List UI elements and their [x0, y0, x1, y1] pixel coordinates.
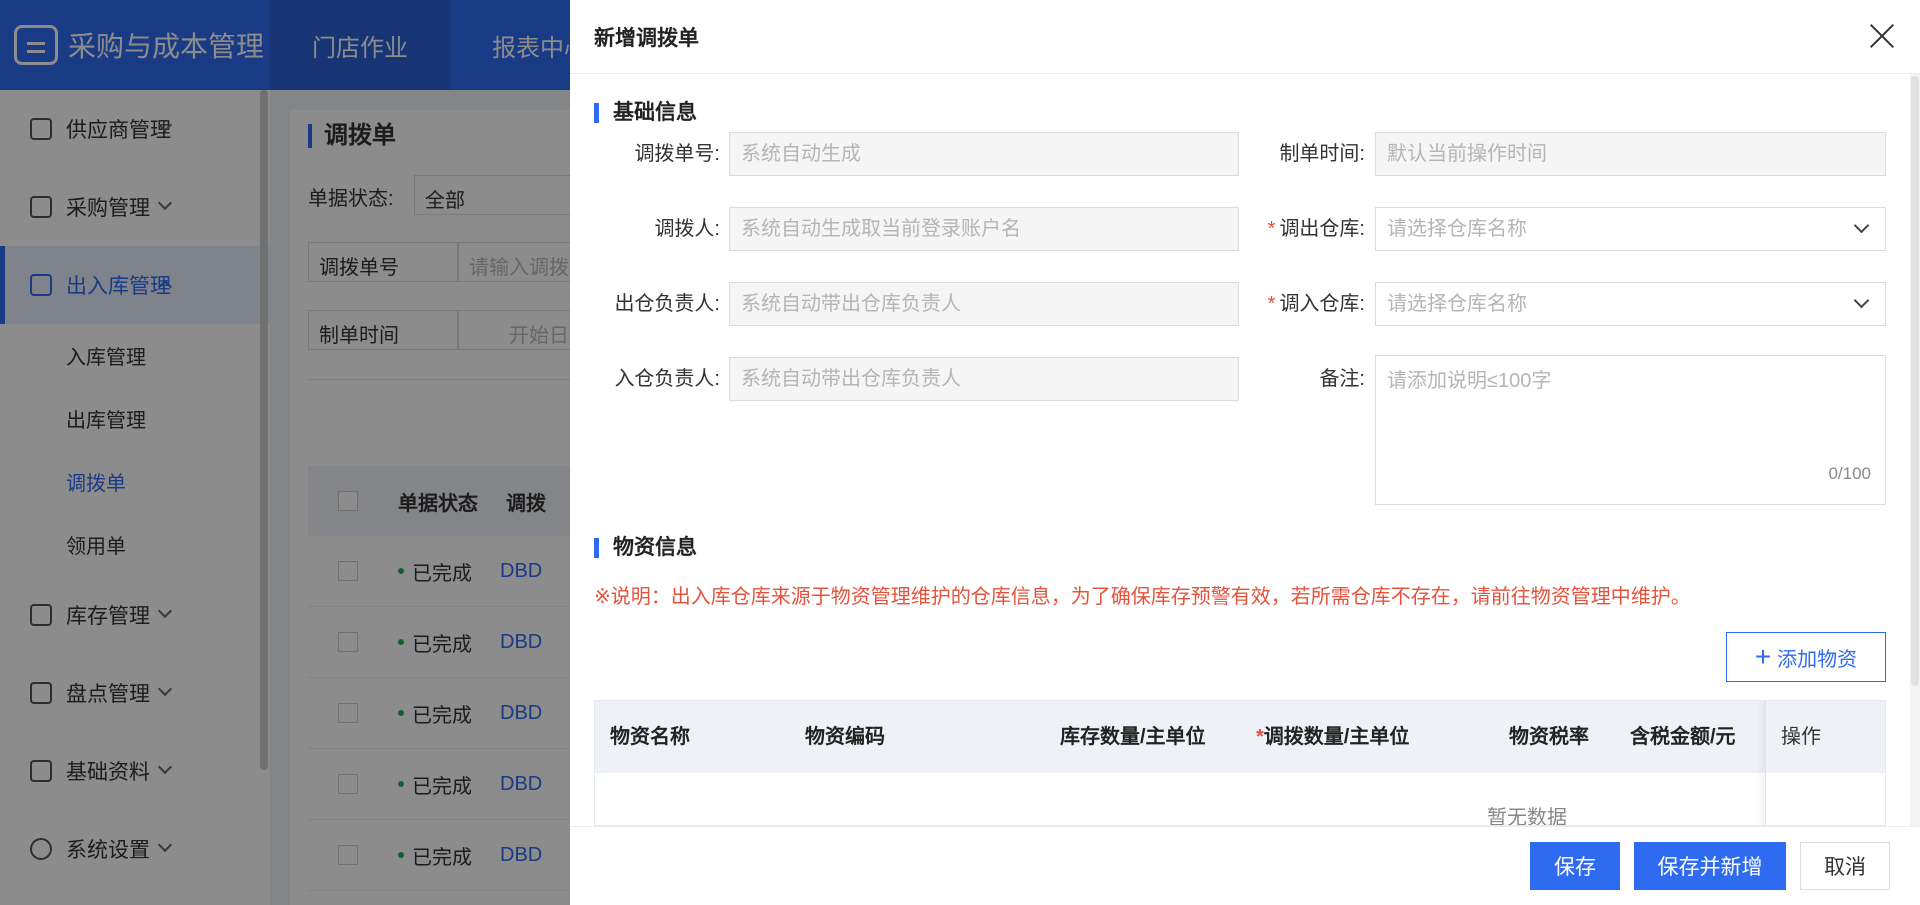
- in-warehouse-placeholder: 请选择仓库名称: [1387, 293, 1527, 315]
- order-no-label: 调拨单号:: [634, 143, 720, 165]
- col-transfer-qty-text: 调拨数量/主单位: [1263, 726, 1410, 748]
- save-and-new-button[interactable]: 保存并新增: [1634, 842, 1786, 890]
- out-warehouse-label: * 调出仓库:: [1250, 207, 1365, 251]
- section-title-materials: 物资信息: [594, 537, 697, 558]
- required-mark: *: [1256, 726, 1264, 748]
- col-transfer-qty: *调拨数量/主单位: [1256, 701, 1409, 773]
- add-material-label: 添加物资: [1777, 648, 1858, 671]
- add-material-button[interactable]: + 添加物资: [1726, 632, 1886, 682]
- order-no-field[interactable]: 系统自动生成: [729, 132, 1239, 176]
- out-manager-label: 出仓负责人:: [614, 293, 720, 315]
- out-warehouse-select[interactable]: 请选择仓库名称: [1375, 207, 1886, 251]
- required-mark: *: [1267, 218, 1276, 240]
- in-warehouse-label-text: 调入仓库:: [1279, 293, 1365, 315]
- out-manager-field[interactable]: 系统自动带出仓库负责人: [729, 282, 1239, 326]
- remark-counter: 0/100: [1828, 464, 1871, 483]
- chevron-down-icon: [1853, 292, 1870, 309]
- in-warehouse-label: * 调入仓库:: [1250, 282, 1365, 326]
- col-material-code: 物资编码: [805, 726, 885, 748]
- col-stock-qty: 库存数量/主单位: [1060, 726, 1206, 748]
- created-time-field[interactable]: 默认当前操作时间: [1375, 132, 1886, 176]
- col-operation-label: 操作: [1766, 701, 1885, 773]
- out-warehouse-label-text: 调出仓库:: [1279, 218, 1365, 240]
- col-material-name: 物资名称: [610, 726, 690, 748]
- in-manager-label: 入仓负责人:: [614, 368, 720, 390]
- out-warehouse-placeholder: 请选择仓库名称: [1387, 218, 1527, 240]
- close-icon[interactable]: [1868, 22, 1896, 50]
- remark-textarea[interactable]: 请添加说明≤100字 0/100: [1375, 355, 1886, 505]
- operator-label: 调拨人:: [654, 218, 720, 240]
- remark-label: 备注:: [1319, 368, 1365, 390]
- col-operation: 操作: [1765, 701, 1885, 825]
- drawer-header: 新增调拨单: [570, 0, 1920, 74]
- new-transfer-drawer: 新增调拨单 基础信息 调拨单号: 系统自动生成 制单时间: 默认当前操作时间 调…: [570, 0, 1920, 905]
- warehouse-notice: ※说明：出入库仓库来源于物资管理维护的仓库信息，为了确保库存预警有效，若所需仓库…: [594, 586, 1691, 608]
- plus-icon: +: [1754, 641, 1772, 672]
- section-title-basic: 基础信息: [594, 102, 697, 123]
- drawer-footer: 保存 保存并新增 取消: [570, 826, 1920, 905]
- created-time-label: 制单时间:: [1279, 143, 1365, 165]
- operator-field[interactable]: 系统自动生成取当前登录账户名: [729, 207, 1239, 251]
- drawer-title: 新增调拨单: [594, 26, 699, 50]
- cancel-button[interactable]: 取消: [1800, 842, 1890, 890]
- materials-table: 物资名称 物资编码 库存数量/主单位 *调拨数量/主单位 物资税率 含税金额/元…: [594, 700, 1886, 826]
- required-mark: *: [1267, 293, 1276, 315]
- in-warehouse-select[interactable]: 请选择仓库名称: [1375, 282, 1886, 326]
- chevron-down-icon: [1853, 217, 1870, 234]
- col-amount: 含税金额/元: [1630, 726, 1736, 748]
- col-tax-rate: 物资税率: [1509, 726, 1589, 748]
- remark-placeholder: 请添加说明≤100字: [1387, 370, 1552, 392]
- empty-state: 暂无数据: [1487, 807, 1567, 826]
- drawer-scrollbar[interactable]: [1911, 76, 1919, 686]
- materials-table-header: 物资名称 物资编码 库存数量/主单位 *调拨数量/主单位 物资税率 含税金额/元: [595, 701, 1885, 773]
- in-manager-field[interactable]: 系统自动带出仓库负责人: [729, 357, 1239, 401]
- save-button[interactable]: 保存: [1530, 842, 1620, 890]
